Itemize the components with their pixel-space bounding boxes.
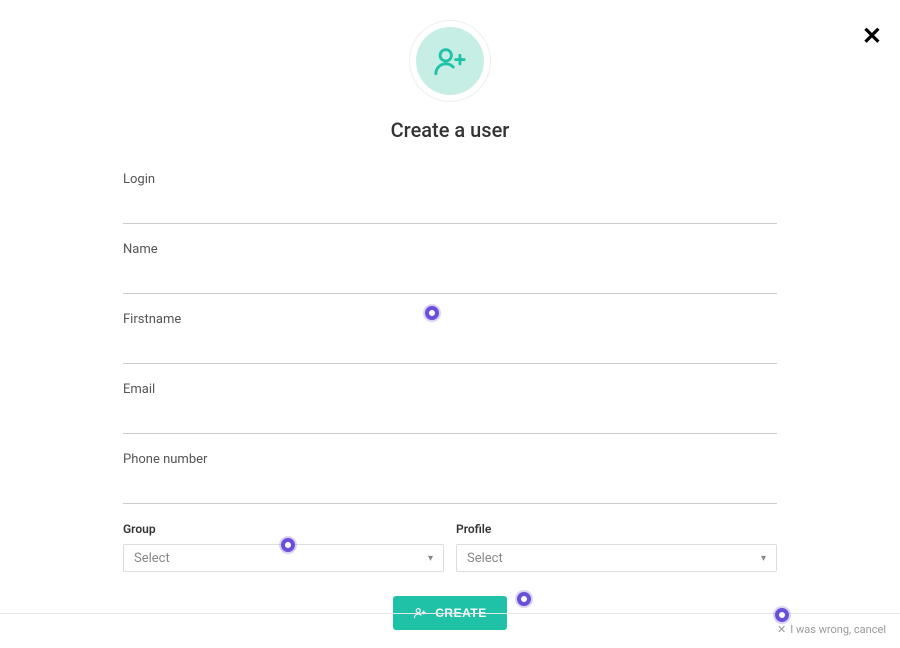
group-col: Group Select ▾: [123, 522, 444, 572]
phone-field: Phone number: [123, 452, 777, 504]
email-label: Email: [123, 382, 777, 397]
firstname-input[interactable]: [123, 337, 777, 364]
page-title: Create a user: [123, 118, 777, 142]
firstname-label: Firstname: [123, 312, 777, 327]
create-user-form: Create a user Login Name Firstname Email…: [123, 0, 777, 630]
phone-label: Phone number: [123, 452, 777, 467]
group-select-placeholder: Select: [134, 551, 170, 566]
footer-divider: [0, 613, 900, 614]
form-header: Create a user: [123, 20, 777, 142]
highlight-marker: [517, 592, 531, 606]
select-row: Group Select ▾ Profile Select ▾: [123, 522, 777, 572]
caret-down-icon: ▾: [761, 553, 766, 564]
group-select[interactable]: Select ▾: [123, 544, 444, 572]
firstname-field: Firstname: [123, 312, 777, 364]
login-input[interactable]: [123, 197, 777, 224]
close-icon: ✕: [862, 22, 882, 50]
name-field: Name: [123, 242, 777, 294]
profile-select[interactable]: Select ▾: [456, 544, 777, 572]
profile-label: Profile: [456, 522, 777, 536]
close-icon: ✕: [777, 623, 786, 636]
name-label: Name: [123, 242, 777, 257]
phone-input[interactable]: [123, 477, 777, 504]
email-field: Email: [123, 382, 777, 434]
name-input[interactable]: [123, 267, 777, 294]
close-button[interactable]: ✕: [862, 24, 882, 48]
header-icon-circle: [416, 27, 484, 95]
cancel-link-label: I was wrong, cancel: [790, 623, 886, 636]
caret-down-icon: ▾: [428, 553, 433, 564]
header-icon-ring: [409, 20, 491, 102]
login-label: Login: [123, 172, 777, 187]
cancel-link[interactable]: ✕ I was wrong, cancel: [757, 622, 886, 636]
profile-col: Profile Select ▾: [456, 522, 777, 572]
group-label: Group: [123, 522, 444, 536]
email-input[interactable]: [123, 407, 777, 434]
highlight-marker: [775, 608, 789, 622]
profile-select-placeholder: Select: [467, 551, 503, 566]
user-plus-icon: [433, 44, 467, 78]
login-field: Login: [123, 172, 777, 224]
